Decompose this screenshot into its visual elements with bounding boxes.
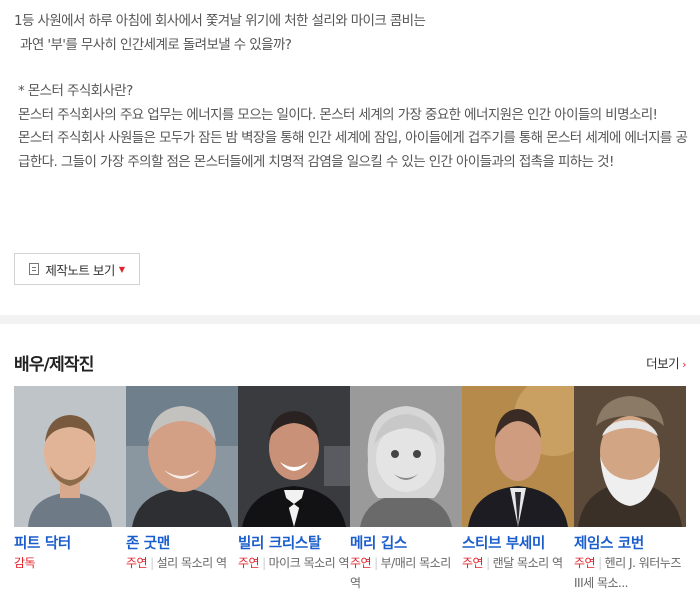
- chevron-right-icon: ›: [682, 358, 686, 371]
- synopsis-paragraph: 몬스터 주식회사 사원들은 모두가 잠든 밤 벽장을 통해 인간 세계에 잠입,…: [18, 130, 688, 170]
- separator: |: [374, 556, 378, 570]
- more-link-label: 더보기: [646, 356, 680, 371]
- production-note-label: 제작노트 보기: [45, 262, 115, 278]
- cast-role: 감독: [14, 553, 126, 573]
- role-description: 랜달 목소리 역: [492, 556, 563, 570]
- synopsis-line: 과연 '부'를 무사히 인간세계로 돌려보낼 수 있을까?: [20, 36, 292, 53]
- synopsis-paragraph: 몬스터 주식회사의 주요 업무는 에너지를 모으는 일이다. 몬스터 세계의 가…: [18, 106, 658, 123]
- cast-name[interactable]: 존 굿맨: [126, 532, 238, 553]
- cast-name[interactable]: 빌리 크리스탈: [238, 532, 350, 553]
- role-type: 주연: [462, 556, 484, 570]
- production-note-button[interactable]: 제작노트 보기 ▼: [14, 253, 140, 285]
- cast-photo[interactable]: [126, 386, 238, 527]
- synopsis-spacer: [14, 57, 690, 80]
- cast-photo[interactable]: [574, 386, 686, 527]
- role-type: 주연: [126, 556, 148, 570]
- cast-photo[interactable]: [14, 386, 126, 527]
- cast-role: 주연 | 랜달 목소리 역: [462, 553, 574, 573]
- cast-list: 피트 닥터 감독 존 굿맨 주연 | 설리 목소리 역 빌리 크리스탈 주연 |…: [14, 386, 700, 593]
- cast-name[interactable]: 피트 닥터: [14, 532, 126, 553]
- cast-section-title: 배우/제작진: [14, 355, 94, 375]
- synopsis-heading: * 몬스터 주식회사란?: [18, 83, 133, 99]
- synopsis: 1등 사원에서 하루 아침에 회사에서 쫓겨날 위기에 처한 설리와 마이크 콤…: [14, 10, 690, 174]
- cast-role: 주연 | 부/매리 목소리 역: [350, 553, 462, 593]
- cast-card: 제임스 코번 주연 | 헨리 J. 워터누즈 III세 목소...: [574, 386, 686, 593]
- caret-down-icon: ▼: [118, 264, 125, 274]
- cast-photo[interactable]: [462, 386, 574, 527]
- separator: |: [486, 556, 490, 570]
- cast-card: 빌리 크리스탈 주연 | 마이크 목소리 역: [238, 386, 350, 593]
- separator: |: [598, 556, 602, 570]
- cast-photo[interactable]: [238, 386, 350, 527]
- cast-name[interactable]: 제임스 코번: [574, 532, 686, 553]
- role-description: 설리 목소리 역: [156, 556, 227, 570]
- document-icon: [29, 263, 40, 275]
- section-divider: [0, 315, 700, 324]
- cast-name[interactable]: 메리 깁스: [350, 532, 462, 553]
- cast-photo[interactable]: [350, 386, 462, 527]
- cast-card: 피트 닥터 감독: [14, 386, 126, 593]
- role-type: 주연: [350, 556, 372, 570]
- cast-card: 존 굿맨 주연 | 설리 목소리 역: [126, 386, 238, 593]
- role-type: 주연: [238, 556, 260, 570]
- cast-card: 메리 깁스 주연 | 부/매리 목소리 역: [350, 386, 462, 593]
- cast-role: 주연 | 설리 목소리 역: [126, 553, 238, 573]
- separator: |: [150, 556, 154, 570]
- synopsis-line: 1등 사원에서 하루 아침에 회사에서 쫓겨날 위기에 처한 설리와 마이크 콤…: [14, 13, 426, 29]
- separator: |: [262, 556, 266, 570]
- more-link[interactable]: 더보기 ›: [646, 353, 686, 372]
- cast-card: 스티브 부세미 주연 | 랜달 목소리 역: [462, 386, 574, 593]
- role-type: 감독: [14, 556, 36, 570]
- role-type: 주연: [574, 556, 596, 570]
- cast-role: 주연 | 마이크 목소리 역: [238, 553, 350, 573]
- cast-role: 주연 | 헨리 J. 워터누즈 III세 목소...: [574, 553, 686, 593]
- role-description: 마이크 목소리 역: [268, 556, 350, 570]
- cast-name[interactable]: 스티브 부세미: [462, 532, 574, 553]
